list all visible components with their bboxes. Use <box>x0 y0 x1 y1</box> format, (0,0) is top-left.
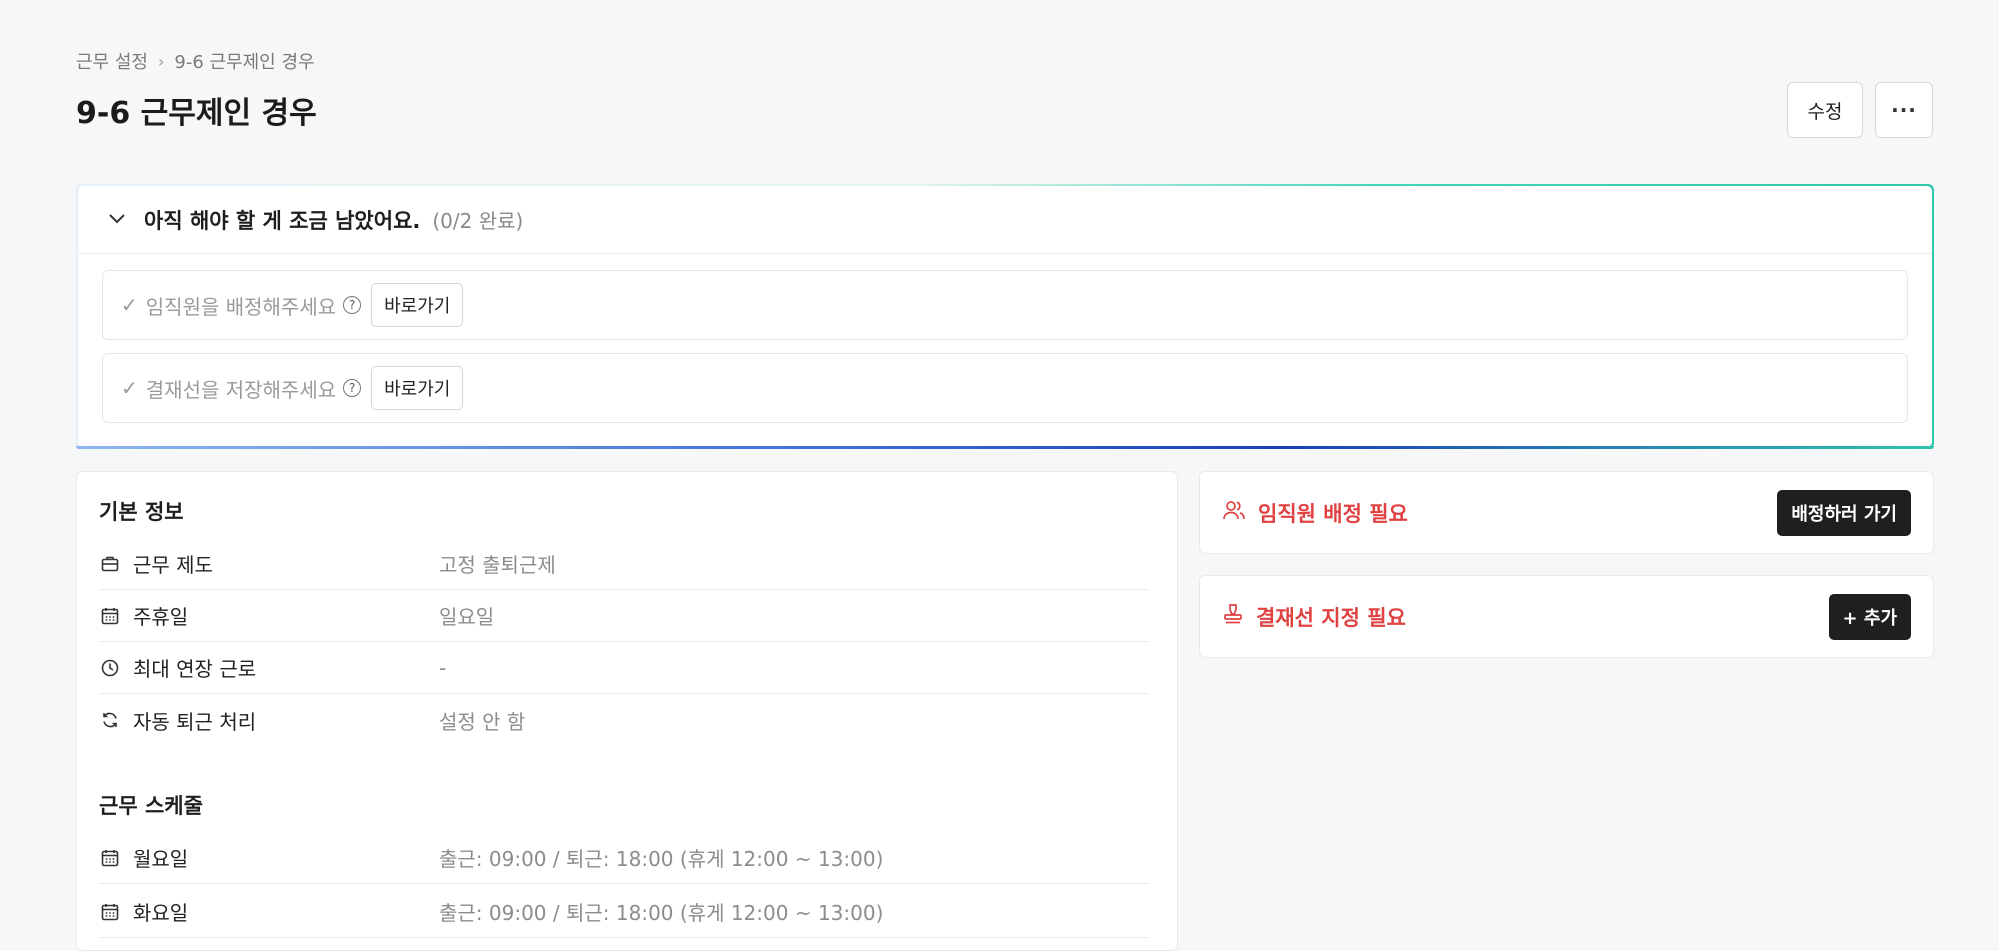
briefcase-icon <box>99 553 121 575</box>
breadcrumb-parent[interactable]: 근무 설정 <box>76 48 148 74</box>
todo-item-label: 결재선을 저장해주세요 <box>145 377 337 402</box>
todo-panel: 아직 해야 할 게 조금 남았어요. (0/2 완료) ✓ 임직원을 배정해주세… <box>76 184 1934 449</box>
todo-item: ✓ 임직원을 배정해주세요 ? 바로가기 <box>102 270 1908 340</box>
help-icon[interactable]: ? <box>343 379 362 397</box>
assign-employees-card: 임직원 배정 필요 배정하러 가기 <box>1199 471 1934 554</box>
assign-employees-label: 임직원 배정 필요 <box>1258 501 1408 526</box>
breadcrumb: 근무 설정 › 9-6 근무제인 경우 <box>76 48 315 74</box>
help-icon[interactable]: ? <box>343 296 362 314</box>
calendar-icon <box>99 605 121 627</box>
page-title: 9-6 근무제인 경우 <box>76 96 317 131</box>
edit-button[interactable]: 수정 <box>1787 82 1863 138</box>
schedule-row: 월요일 출근: 09:00 / 퇴근: 18:00 (휴게 12:00 ~ 13… <box>99 832 1149 884</box>
check-icon: ✓ <box>121 376 138 400</box>
info-key: 자동 퇴근 처리 <box>133 709 257 734</box>
approval-line-label: 결재선 지정 필요 <box>1256 605 1406 630</box>
schedule-day: 월요일 <box>133 847 189 871</box>
info-row: 최대 연장 근로 - <box>99 642 1149 694</box>
info-value: 설정 안 함 <box>439 709 526 734</box>
chevron-down-icon[interactable] <box>108 209 126 230</box>
schedule-row: 화요일 출근: 09:00 / 퇴근: 18:00 (휴게 12:00 ~ 13… <box>99 886 1149 938</box>
basic-info-card: 기본 정보 근무 제도 고정 출퇴근제 주휴일 일요일 최대 연장 근로 - 자… <box>76 471 1178 951</box>
info-row: 주휴일 일요일 <box>99 590 1149 642</box>
more-icon: ··· <box>1891 98 1917 122</box>
todo-item-label: 임직원을 배정해주세요 <box>145 294 337 319</box>
info-key: 주휴일 <box>133 605 189 629</box>
info-value: 일요일 <box>439 605 495 629</box>
basic-info-title: 기본 정보 <box>99 500 184 524</box>
check-icon: ✓ <box>121 293 138 317</box>
info-value: 고정 출퇴근제 <box>439 553 556 577</box>
more-options-button[interactable]: ··· <box>1875 82 1933 138</box>
schedule-time: 출근: 09:00 / 퇴근: 18:00 (휴게 12:00 ~ 13:00) <box>439 901 884 925</box>
calendar-icon <box>99 847 121 869</box>
todo-title: 아직 해야 할 게 조금 남았어요. <box>144 208 421 233</box>
chevron-right-icon: › <box>157 51 165 71</box>
info-row: 자동 퇴근 처리 설정 안 함 <box>99 694 1149 746</box>
todo-item: ✓ 결재선을 저장해주세요 ? 바로가기 <box>102 353 1908 423</box>
users-icon <box>1222 499 1246 526</box>
schedule-title: 근무 스케줄 <box>99 794 203 818</box>
info-key: 최대 연장 근로 <box>133 657 257 681</box>
info-row: 근무 제도 고정 출퇴근제 <box>99 538 1149 590</box>
go-assign-button[interactable]: 배정하러 가기 <box>1777 489 1911 536</box>
schedule-time: 출근: 09:00 / 퇴근: 18:00 (휴게 12:00 ~ 13:00) <box>439 847 884 871</box>
calendar-icon <box>99 901 121 923</box>
todo-progress: (0/2 완료) <box>432 209 524 233</box>
info-value: - <box>439 655 447 680</box>
stamp-icon <box>1222 603 1244 630</box>
go-button[interactable]: 바로가기 <box>371 283 464 327</box>
todo-header[interactable]: 아직 해야 할 게 조금 남았어요. (0/2 완료) <box>78 186 1932 254</box>
add-approval-button[interactable]: + 추가 <box>1828 593 1911 640</box>
info-key: 근무 제도 <box>133 553 213 577</box>
go-button[interactable]: 바로가기 <box>371 366 464 410</box>
refresh-icon <box>99 709 121 731</box>
approval-line-card: 결재선 지정 필요 + 추가 <box>1199 575 1934 658</box>
breadcrumb-current: 9-6 근무제인 경우 <box>174 52 315 73</box>
clock-icon <box>99 657 121 679</box>
schedule-day: 화요일 <box>133 901 189 925</box>
